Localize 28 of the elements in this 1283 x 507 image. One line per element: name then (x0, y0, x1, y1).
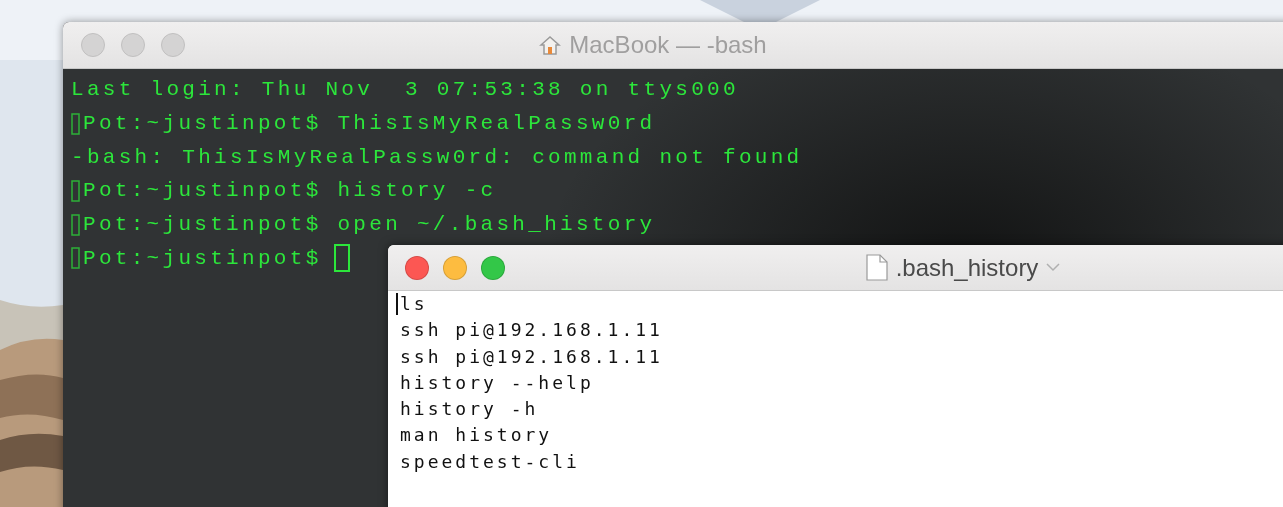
cursor-icon (333, 244, 350, 273)
output-line: Last login: Thu Nov 3 07:53:38 on ttys000 (71, 78, 739, 102)
text-line: speedtest-cli (400, 449, 580, 474)
house-icon (539, 34, 562, 56)
text-line: ssh pi@192.168.1.11 (400, 318, 663, 343)
text-line: history -h (400, 397, 539, 422)
text-area[interactable]: ls ssh pi@192.168.1.11 ssh pi@192.168.1.11 history --help history -h man history speedtest-cli (388, 291, 1283, 507)
text-line: man history (400, 423, 553, 448)
chevron-down-icon[interactable] (1046, 263, 1061, 272)
zoom-button[interactable] (161, 33, 185, 57)
text-caret-icon (396, 293, 398, 315)
prompt-line: Pot:~justinpot$ history -c (83, 179, 497, 203)
prompt-line: Pot:~justinpot$ open ~/.bash_history (83, 213, 656, 237)
text-line: ssh pi@192.168.1.11 (400, 344, 663, 369)
missing-glyph-icon (71, 112, 80, 135)
text-line: history --help (400, 370, 594, 395)
prompt-line: Pot:~justinpot$ ThisIsMyRealPassw0rd (83, 112, 656, 136)
output-line: -bash: ThisIsMyRealPassw0rd: command not found (71, 145, 803, 169)
missing-glyph-icon (71, 179, 80, 202)
missing-glyph-icon (71, 247, 80, 270)
minimize-button[interactable] (121, 33, 145, 57)
window-title: MacBook — -bash (569, 31, 767, 59)
window-title: .bash_history (895, 253, 1039, 282)
prompt-line: Pot:~justinpot$ (83, 246, 322, 270)
document-icon (865, 254, 888, 281)
close-button[interactable] (81, 33, 105, 57)
text-line: ls (400, 292, 428, 316)
missing-glyph-icon (71, 213, 80, 236)
